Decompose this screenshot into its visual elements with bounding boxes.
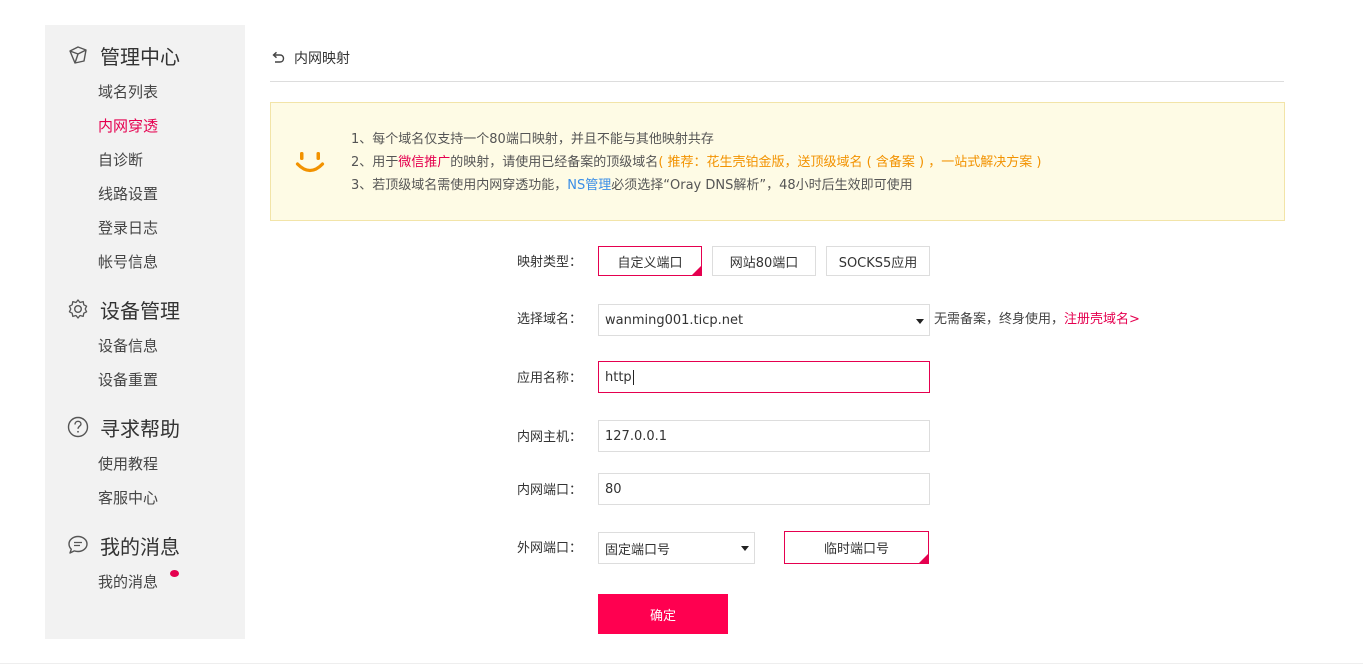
sidebar-item-service-center[interactable]: 客服中心 (98, 488, 158, 508)
group-title: 寻求帮助 (100, 416, 180, 441)
sidebar-item-line-settings[interactable]: 线路设置 (98, 184, 158, 204)
app-name-value: http (605, 369, 632, 385)
unread-dot-icon (170, 570, 179, 577)
selected-corner-icon (692, 266, 701, 275)
map-type-socks5-label: SOCKS5应用 (838, 255, 918, 271)
footer-divider (0, 663, 1363, 664)
breadcrumb: 内网映射 (270, 48, 350, 68)
sidebar-item-tutorial[interactable]: 使用教程 (98, 454, 158, 474)
group-management-center[interactable]: 管理中心 (67, 40, 180, 70)
app-name-input[interactable]: http (598, 361, 930, 393)
map-type-web-80[interactable]: 网站80端口 (712, 246, 816, 276)
notice-line-1: 1、每个域名仅支持一个80端口映射，并且不能与其他映射共存 (351, 132, 714, 147)
notice-text: 1、每个域名仅支持一个80端口映射，并且不能与其他映射共存 2、用于微信推广的映… (351, 128, 1041, 197)
port-label: 内网端口： (516, 483, 582, 498)
group-seek-help[interactable]: 寻求帮助 (67, 412, 180, 442)
notice-line-2: 2、用于微信推广的映射，请使用已经备案的顶级域名( 推荐：花生壳铂金版，送顶级域… (351, 151, 1041, 174)
domain-tip: 无需备案，终身使用，注册壳域名> (934, 311, 1140, 329)
page-title: 内网映射 (294, 51, 350, 67)
group-device-management[interactable]: 设备管理 (67, 294, 180, 324)
group-my-messages[interactable]: 我的消息 (67, 530, 180, 560)
back-arrow-icon[interactable] (270, 50, 286, 66)
text-cursor (632, 369, 634, 385)
sidebar-item-domain-list[interactable]: 域名列表 (98, 82, 158, 102)
map-type-socks5[interactable]: SOCKS5应用 (826, 246, 930, 276)
temp-port-button[interactable]: 临时端口号 (784, 531, 929, 564)
wechat-promo-highlight: 微信推广 (398, 155, 451, 170)
sidebar-item-account-info[interactable]: 帐号信息 (98, 252, 158, 272)
group-title: 管理中心 (100, 44, 180, 69)
notice-text-segment: 3、若顶级域名需使用内网穿透功能， (351, 178, 568, 193)
sidebar-item-intranet-penetration[interactable]: 内网穿透 (98, 116, 158, 136)
dropdown-arrow-icon (916, 319, 924, 324)
map-type-web-80-label: 网站80端口 (729, 255, 799, 271)
sidebar-item-device-info[interactable]: 设备信息 (98, 336, 158, 356)
selected-corner-icon (919, 554, 928, 563)
app-name-label: 应用名称： (516, 371, 582, 386)
sidebar-item-label: 我的消息 (98, 573, 159, 591)
sidebar-item-login-log[interactable]: 登录日志 (98, 218, 158, 238)
smile-icon (295, 149, 325, 179)
port-value: 80 (605, 481, 622, 497)
notice-text-segment: 必须选择“Oray DNS解析”，48小时后生效即可使用 (611, 178, 913, 193)
domain-label: 选择域名： (516, 312, 582, 327)
ext-port-mode-select[interactable]: 固定端口号 (598, 532, 755, 564)
map-type-custom-port-label: 自定义端口 (617, 255, 683, 271)
group-title: 我的消息 (100, 534, 180, 559)
map-type-label: 映射类型： (516, 255, 582, 270)
map-type-custom-port[interactable]: 自定义端口 (598, 246, 702, 276)
domain-tip-text: 无需备案，终身使用， (934, 312, 1065, 327)
host-value: 127.0.0.1 (605, 428, 668, 444)
sidebar: 管理中心 域名列表 内网穿透 自诊断 线路设置 登录日志 帐号信息 设备管理 设… (45, 25, 245, 639)
gear-icon (67, 298, 89, 320)
notice-text-segment: 2、用于 (351, 155, 399, 170)
confirm-button[interactable]: 确定 (598, 594, 728, 634)
chat-bubble-icon (67, 534, 89, 556)
sidebar-item-self-diagnosis[interactable]: 自诊断 (98, 150, 143, 170)
notice-box: 1、每个域名仅支持一个80端口映射，并且不能与其他映射共存 2、用于微信推广的映… (270, 102, 1285, 221)
ext-port-label: 外网端口： (516, 541, 582, 556)
host-input[interactable]: 127.0.0.1 (598, 420, 930, 452)
dropdown-arrow-icon (741, 546, 749, 551)
ext-port-mode-value: 固定端口号 (605, 542, 671, 558)
temp-port-button-label: 临时端口号 (823, 542, 889, 557)
group-title: 设备管理 (100, 298, 180, 323)
domain-select[interactable]: wanming001.ticp.net (598, 304, 930, 336)
divider (270, 81, 1284, 82)
register-domain-link[interactable]: 注册壳域名> (1064, 312, 1140, 327)
host-label: 内网主机： (516, 430, 582, 445)
help-icon (67, 416, 89, 438)
domain-select-value: wanming001.ticp.net (605, 312, 744, 328)
sidebar-item-device-reset[interactable]: 设备重置 (98, 370, 158, 390)
notice-text-segment: 的映射，请使用已经备案的顶级域名 (450, 155, 659, 170)
recommend-link[interactable]: ( 推荐：花生壳铂金版，送顶级域名 ( 含备案 ) ，一站式解决方案 ) (658, 155, 1041, 170)
ns-management-link[interactable]: NS管理 (567, 178, 611, 193)
port-input[interactable]: 80 (598, 473, 930, 505)
cube-icon (67, 44, 89, 66)
notice-line-3: 3、若顶级域名需使用内网穿透功能，NS管理必须选择“Oray DNS解析”，48… (351, 174, 1041, 197)
sidebar-item-my-messages[interactable]: 我的消息 (98, 570, 179, 592)
